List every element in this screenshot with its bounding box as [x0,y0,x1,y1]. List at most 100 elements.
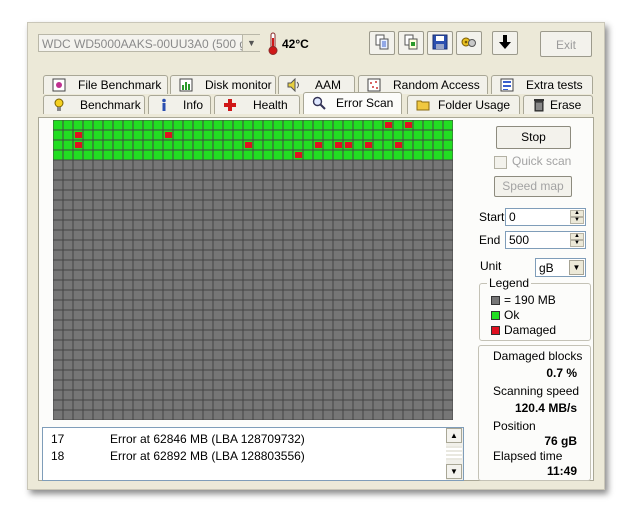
grid-block-unscanned [313,270,323,280]
grid-block-ok [203,150,213,160]
tab-file-benchmark[interactable]: File Benchmark [43,75,168,94]
down-arrow-button[interactable] [492,31,518,55]
grid-block-ok [213,150,223,160]
grid-block-unscanned [403,340,413,350]
legend-swatch [491,311,500,320]
error-log-list[interactable]: 17 Error at 62846 MB (LBA 128709732) 18 … [42,427,464,481]
grid-block-ok [343,120,353,130]
grid-block-unscanned [373,370,383,380]
spin-down-icon[interactable]: ▼ [570,240,584,247]
grid-block-unscanned [383,390,393,400]
grid-block-ok [53,140,63,150]
scroll-thumb[interactable] [446,446,462,460]
grid-block-unscanned [303,410,313,420]
grid-block-unscanned [73,210,83,220]
grid-block-unscanned [253,180,263,190]
grid-block-unscanned [293,370,303,380]
grid-block-unscanned [413,320,423,330]
scroll-up-icon[interactable]: ▲ [446,428,462,443]
grid-block-unscanned [133,340,143,350]
log-scrollbar[interactable]: ▲ ▼ [446,428,463,480]
tab-extra-tests[interactable]: Extra tests [491,75,593,94]
copy-info-button[interactable] [398,31,424,55]
grid-block-unscanned [303,350,313,360]
grid-block-unscanned [443,190,453,200]
grid-block-ok [193,120,203,130]
quick-scan-checkbox[interactable] [494,156,507,169]
grid-block-unscanned [423,280,433,290]
exit-button[interactable]: Exit [540,31,592,57]
grid-block-unscanned [433,170,443,180]
grid-block-unscanned [103,180,113,190]
grid-block-ok [323,130,333,140]
grid-block-unscanned [383,170,393,180]
grid-block-unscanned [323,270,333,280]
chevron-down-icon[interactable]: ▼ [242,35,260,51]
tab-folder-usage[interactable]: Folder Usage [407,95,520,114]
grid-block-unscanned [173,250,183,260]
grid-block-unscanned [253,250,263,260]
grid-block-unscanned [413,220,423,230]
scroll-down-icon[interactable]: ▼ [446,464,462,479]
grid-block-unscanned [443,310,453,320]
grid-block-ok [423,120,433,130]
grid-block-unscanned [133,320,143,330]
grid-block-unscanned [263,410,273,420]
save-button[interactable] [427,31,453,55]
end-spinner[interactable]: 500 ▲ ▼ [505,231,586,249]
drive-select[interactable]: WDC WD5000AAKS-00UU3A0 (500 gB) [38,34,260,52]
tab-info[interactable]: Info [148,95,211,114]
grid-block-ok [353,130,363,140]
copy-text-button[interactable] [369,31,395,55]
grid-block-unscanned [353,310,363,320]
grid-block-unscanned [143,190,153,200]
grid-block-unscanned [193,190,203,200]
tab-error-scan[interactable]: Error Scan [303,92,402,114]
grid-block-unscanned [63,320,73,330]
chevron-down-icon[interactable]: ▼ [569,260,584,275]
grid-block-unscanned [193,160,203,170]
grid-block-ok [413,140,423,150]
grid-block-unscanned [103,380,113,390]
grid-block-unscanned [83,400,93,410]
grid-block-unscanned [413,230,423,240]
grid-block-unscanned [63,210,73,220]
grid-block-unscanned [253,210,263,220]
grid-block-unscanned [123,390,133,400]
info-icon [157,98,171,112]
grid-block-unscanned [443,170,453,180]
temperature-readout: 42°C [282,37,309,51]
grid-block-unscanned [233,350,243,360]
tab-label: Info [183,98,204,112]
grid-block-unscanned [303,400,313,410]
tab-erase[interactable]: Erase [523,95,593,114]
folder-icon [416,98,430,112]
grid-block-unscanned [53,200,63,210]
grid-block-unscanned [193,320,203,330]
spin-up-icon[interactable]: ▲ [570,233,584,240]
grid-block-ok [243,130,253,140]
start-spinner[interactable]: 0 ▲ ▼ [505,208,586,226]
grid-block-unscanned [163,230,173,240]
speed-map-button[interactable]: Speed map [494,176,572,197]
grid-block-unscanned [143,360,153,370]
spin-down-icon[interactable]: ▼ [570,217,584,224]
grid-block-unscanned [133,390,143,400]
tab-health[interactable]: Health [214,95,300,114]
grid-block-unscanned [63,290,73,300]
grid-block-unscanned [313,380,323,390]
grid-block-unscanned [403,270,413,280]
stop-button[interactable]: Stop [496,126,571,149]
options-button[interactable] [456,31,482,55]
tab-disk-monitor[interactable]: Disk monitor [170,75,276,94]
grid-block-unscanned [293,260,303,270]
grid-block-unscanned [383,360,393,370]
grid-block-ok [293,140,303,150]
grid-block-ok [373,140,383,150]
grid-block-unscanned [433,410,443,420]
unit-select[interactable]: gB ▼ [535,258,586,277]
tab-benchmark[interactable]: Benchmark [43,95,145,114]
spin-up-icon[interactable]: ▲ [570,210,584,217]
grid-block-ok [163,140,173,150]
grid-block-unscanned [333,170,343,180]
